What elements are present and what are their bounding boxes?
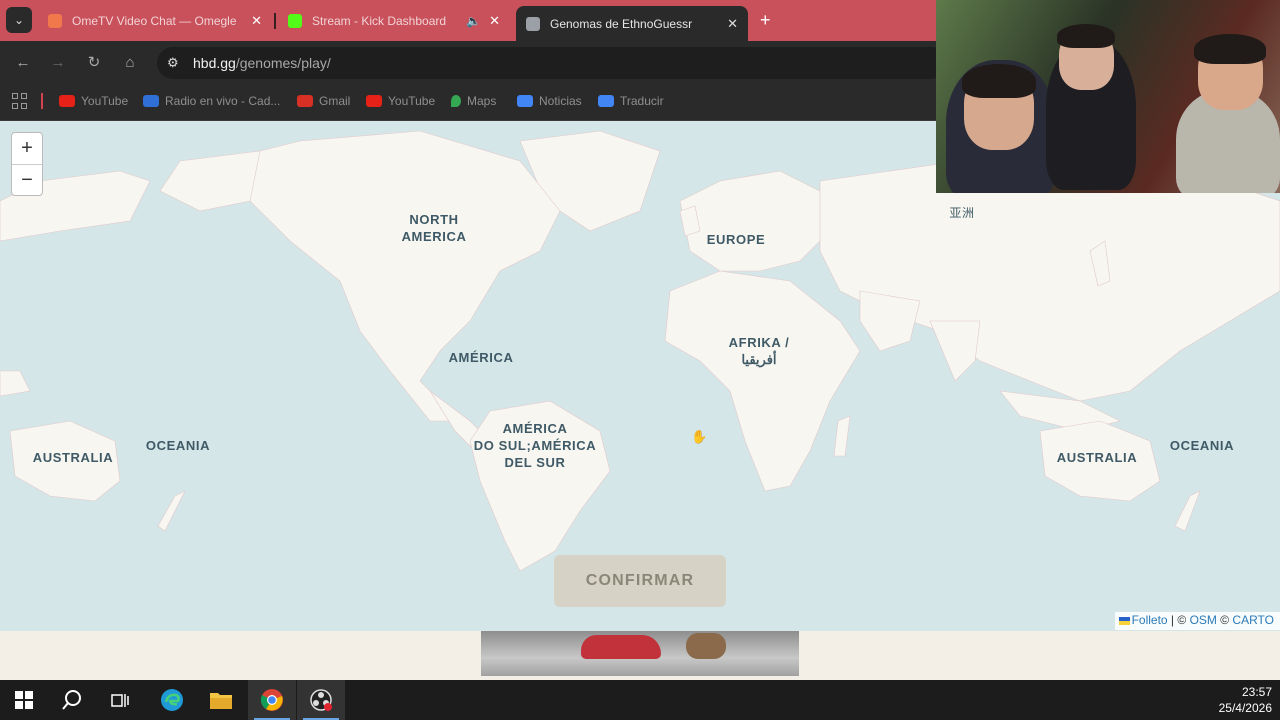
confirm-button[interactable]: CONFIRMAR (554, 555, 726, 607)
car-image (581, 635, 661, 659)
zoom-in-button[interactable]: + (12, 133, 42, 164)
kick-icon (288, 14, 302, 28)
label-asia: 亚洲 (949, 206, 975, 220)
map-attribution: Folleto | © OSM © CARTO (1114, 612, 1280, 630)
ometv-icon (48, 14, 62, 28)
world-map[interactable]: + − NORTH AMERICA EUROPE AMÉRICA AFRIKA … (0, 121, 1280, 631)
windows-icon (15, 691, 33, 709)
gmail-icon (297, 95, 313, 107)
edge-icon (161, 689, 183, 711)
news-icon (517, 95, 533, 107)
bookmark-youtube[interactable]: YouTube (59, 94, 128, 108)
chrome-icon (260, 689, 283, 711)
bookmark-translate[interactable]: Traducir (598, 94, 664, 108)
speaker-icon[interactable]: 🔈 (466, 14, 481, 28)
youtube-icon (59, 95, 75, 107)
taskbar-edge[interactable] (148, 680, 196, 720)
search-button[interactable] (48, 680, 96, 720)
home-icon[interactable]: ⌂ (119, 52, 141, 74)
new-tab-button[interactable]: + (760, 10, 771, 31)
grab-cursor-icon: ✋ (691, 429, 708, 444)
maps-icon (451, 95, 461, 107)
address-bar[interactable]: ⚙ hbd.gg/genomes/play/ (157, 47, 947, 79)
ad-thumbnail-image[interactable] (481, 631, 799, 676)
url-path: /genomes/play/ (235, 55, 331, 71)
bookmark-maps[interactable]: Maps (451, 94, 496, 108)
page-footer-area (0, 631, 1280, 680)
bookmark-youtube-2[interactable]: YouTube (366, 94, 435, 108)
folder-icon (210, 693, 232, 709)
task-view-icon (111, 694, 129, 707)
bookmark-news[interactable]: Noticias (517, 94, 582, 108)
windows-taskbar: 23:57 25/4/2026 (0, 680, 1280, 720)
label-australia-right: AUSTRALIA (1056, 450, 1138, 465)
taskbar-chrome[interactable] (248, 680, 296, 720)
label-america: AMÉRICA (448, 350, 514, 365)
zoom-control: + − (11, 132, 43, 196)
tab-separator (274, 13, 276, 29)
bookmark-radio[interactable]: Radio en vivo - Cad... (143, 94, 280, 108)
label-europe: EUROPE (706, 232, 766, 247)
obs-icon (310, 689, 332, 711)
ethnoguessr-icon (526, 16, 540, 31)
label-oceania-right: OCEANIA (1169, 438, 1235, 453)
zoom-out-button[interactable]: − (12, 164, 42, 195)
tab-title: Genomas de EthnoGuessr (550, 16, 693, 31)
label-oceania-left: OCEANIA (145, 438, 211, 453)
task-view-button[interactable] (96, 680, 144, 720)
translate-icon (598, 95, 614, 107)
tab-search-button[interactable]: ⌄ (6, 7, 32, 33)
label-north-america: NORTH AMERICA (401, 212, 467, 244)
bookmark-separator (41, 93, 43, 109)
youtube-icon (366, 95, 382, 107)
clock-time: 23:57 (1241, 685, 1272, 699)
reload-icon[interactable]: ↻ (83, 52, 105, 74)
url-host: hbd.gg (193, 55, 236, 71)
site-info-icon[interactable]: ⚙ (167, 55, 185, 71)
webcam-overlay (936, 0, 1280, 193)
tab-title: Stream - Kick Dashboard (312, 14, 447, 28)
radio-icon (143, 95, 159, 107)
label-afrika: AFRIKA / أفريقيا (728, 335, 790, 367)
tab-title: OmeTV Video Chat — Omegle (72, 14, 237, 28)
label-south-america: AMÉRICA DO SUL;AMÉRICA DEL SUR (473, 421, 597, 470)
taskbar-obs[interactable] (297, 680, 345, 720)
back-icon[interactable]: ← (12, 52, 34, 74)
close-icon[interactable]: ✕ (251, 13, 262, 29)
osm-link[interactable]: OSM (1190, 613, 1217, 627)
forward-icon[interactable]: → (47, 52, 69, 74)
tab-ethnoguessr[interactable]: Genomas de EthnoGuessr ✕ (516, 6, 748, 41)
tab-kick[interactable]: Stream - Kick Dashboard 🔈 ✕ (278, 6, 510, 36)
ukraine-flag-icon (1118, 616, 1130, 625)
carto-link[interactable]: CARTO (1232, 613, 1274, 627)
system-clock[interactable]: 23:57 25/4/2026 (1219, 684, 1272, 716)
apps-grid-icon[interactable] (12, 93, 28, 109)
close-icon[interactable]: ✕ (727, 16, 738, 32)
bookmark-gmail[interactable]: Gmail (297, 94, 350, 108)
dog-image (686, 633, 726, 659)
close-icon[interactable]: ✕ (489, 13, 500, 29)
search-icon (62, 690, 81, 710)
clock-date: 25/4/2026 (1218, 701, 1272, 715)
tab-ometv[interactable]: OmeTV Video Chat — Omegle ✕ (38, 6, 272, 36)
start-button[interactable] (0, 680, 48, 720)
taskbar-explorer[interactable] (197, 680, 245, 720)
leaflet-link[interactable]: Folleto (1132, 613, 1168, 627)
label-australia-left: AUSTRALIA (32, 450, 114, 465)
